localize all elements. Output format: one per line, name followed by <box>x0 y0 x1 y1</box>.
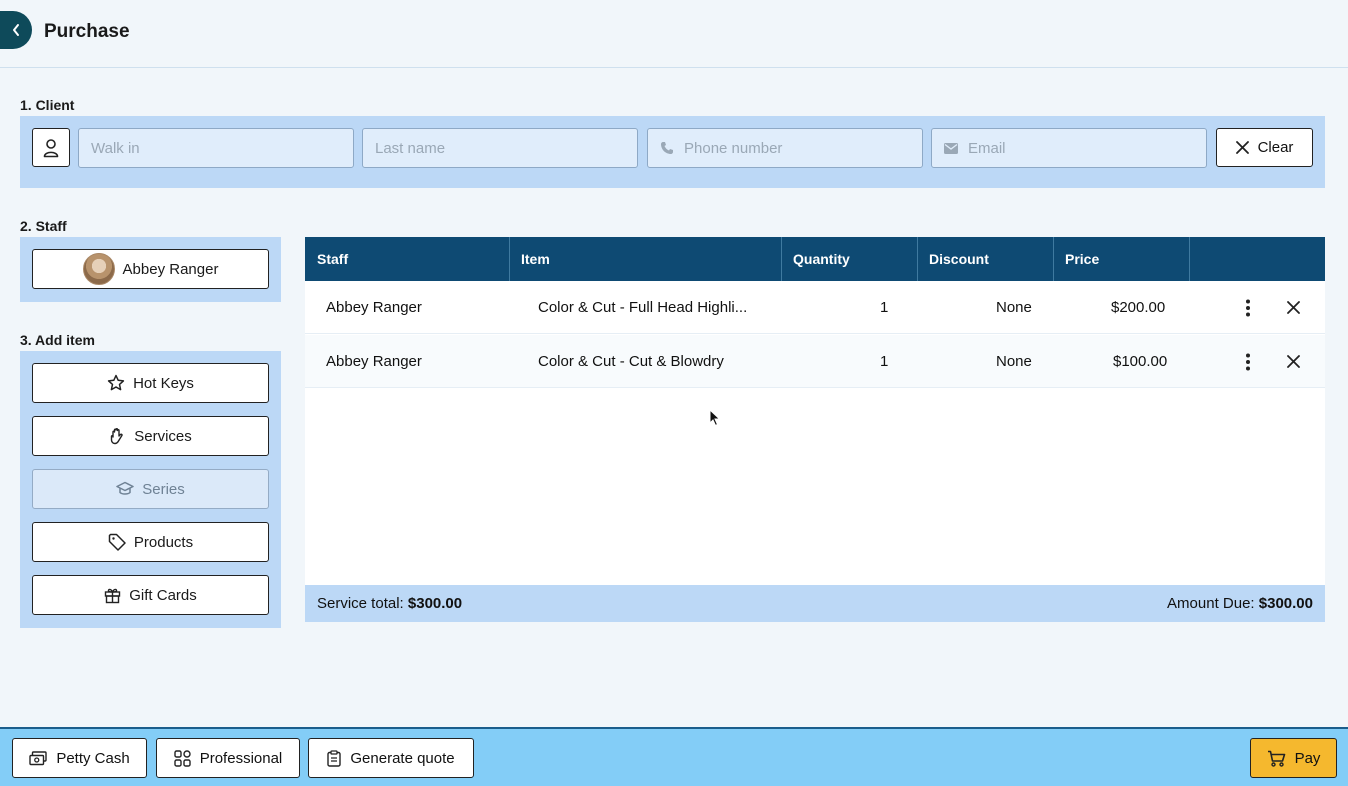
generate-quote-label: Generate quote <box>350 749 455 767</box>
pay-label: Pay <box>1294 749 1321 767</box>
table-row[interactable]: Abbey Ranger Color & Cut - Cut & Blowdry… <box>305 335 1325 388</box>
services-label: Services <box>134 427 192 445</box>
column-header-quantity: Quantity <box>781 237 918 281</box>
close-icon <box>1235 141 1249 154</box>
more-options-icon[interactable] <box>1238 281 1258 334</box>
amount-due-label: Amount Due: <box>1167 595 1255 612</box>
gift-cards-button[interactable]: Gift Cards <box>32 575 269 615</box>
products-button[interactable]: Products <box>32 522 269 562</box>
remove-item-icon[interactable] <box>1283 335 1303 388</box>
row-item: Color & Cut - Cut & Blowdry <box>538 353 724 370</box>
hand-icon <box>111 428 123 445</box>
petty-cash-label: Petty Cash <box>56 749 130 767</box>
cart-table: Staff Item Quantity Discount Price Abbey… <box>305 237 1325 622</box>
row-discount: None <box>996 353 1032 370</box>
table-row[interactable]: Abbey Ranger Color & Cut - Full Head Hig… <box>305 281 1325 334</box>
phone-field[interactable] <box>647 128 923 168</box>
pay-button[interactable]: Pay <box>1250 738 1337 778</box>
staff-section-label: 2. Staff <box>20 218 67 234</box>
page-title: Purchase <box>44 21 130 42</box>
tag-icon <box>108 533 126 551</box>
row-price: $100.00 <box>1113 353 1168 370</box>
column-header-staff: Staff <box>305 237 510 281</box>
email-input[interactable] <box>968 139 1206 157</box>
avatar <box>82 253 115 285</box>
email-field[interactable] <box>931 128 1207 168</box>
back-button[interactable] <box>0 11 32 49</box>
first-name-input[interactable] <box>91 139 353 157</box>
person-icon <box>43 138 59 157</box>
row-quantity: 1 <box>880 299 889 316</box>
add-item-panel: Hot Keys Services Series Products Gift C… <box>20 351 281 628</box>
hot-keys-button[interactable]: Hot Keys <box>32 363 269 403</box>
envelope-icon <box>944 142 958 154</box>
client-panel: Clear <box>20 116 1325 188</box>
column-header-item: Item <box>509 237 782 281</box>
row-staff: Abbey Ranger <box>326 353 422 370</box>
client-section-label: 1. Client <box>20 97 75 113</box>
amount-due: Amount Due: $300.00 <box>1167 595 1313 612</box>
last-name-input[interactable] <box>375 139 637 157</box>
clipboard-icon <box>327 749 342 767</box>
graduation-cap-icon <box>116 481 134 495</box>
footer-bar: Petty Cash Professional Generate quote P… <box>0 727 1348 786</box>
header: Purchase <box>0 0 1348 68</box>
first-name-field[interactable] <box>78 128 354 168</box>
totals-bar: Service total: $300.00 Amount Due: $300.… <box>305 585 1325 622</box>
column-header-discount: Discount <box>917 237 1054 281</box>
services-button[interactable]: Services <box>32 416 269 456</box>
service-total: Service total: $300.00 <box>317 595 462 612</box>
grid-icon <box>174 749 191 767</box>
clear-label: Clear <box>1257 139 1294 156</box>
client-profile-button[interactable] <box>32 128 70 167</box>
remove-item-icon[interactable] <box>1283 281 1303 334</box>
professional-label: Professional <box>199 749 283 767</box>
row-item: Color & Cut - Full Head Highli... <box>538 299 748 316</box>
gift-cards-label: Gift Cards <box>129 586 197 604</box>
table-header: Staff Item Quantity Discount Price <box>305 237 1325 281</box>
row-staff: Abbey Ranger <box>326 299 422 316</box>
more-options-icon[interactable] <box>1238 335 1258 388</box>
add-item-section-label: 3. Add item <box>20 332 95 348</box>
chevron-left-icon <box>13 24 19 36</box>
gift-icon <box>105 588 121 603</box>
column-header-actions <box>1189 237 1325 281</box>
staff-panel: Abbey Ranger <box>20 237 281 302</box>
service-total-label: Service total: <box>317 595 404 612</box>
amount-due-value: $300.00 <box>1258 595 1313 612</box>
hot-keys-label: Hot Keys <box>133 374 194 392</box>
petty-cash-button[interactable]: Petty Cash <box>12 738 147 778</box>
products-label: Products <box>133 533 194 551</box>
row-discount: None <box>996 299 1032 316</box>
phone-input[interactable] <box>684 139 922 157</box>
staff-select-button[interactable]: Abbey Ranger <box>32 249 269 289</box>
mouse-cursor-icon <box>709 409 721 427</box>
series-label: Series <box>142 480 185 498</box>
cart-icon <box>1267 750 1285 767</box>
service-total-value: $300.00 <box>407 595 463 612</box>
staff-name: Abbey Ranger <box>122 260 219 278</box>
row-quantity: 1 <box>880 353 889 370</box>
series-button[interactable]: Series <box>32 469 269 509</box>
cash-icon <box>29 750 48 765</box>
star-icon <box>107 374 125 391</box>
professional-button[interactable]: Professional <box>156 738 300 778</box>
generate-quote-button[interactable]: Generate quote <box>308 738 474 778</box>
row-price: $200.00 <box>1111 299 1166 316</box>
phone-icon <box>660 141 674 155</box>
clear-button[interactable]: Clear <box>1216 128 1313 167</box>
column-header-price: Price <box>1053 237 1190 281</box>
last-name-field[interactable] <box>362 128 638 168</box>
